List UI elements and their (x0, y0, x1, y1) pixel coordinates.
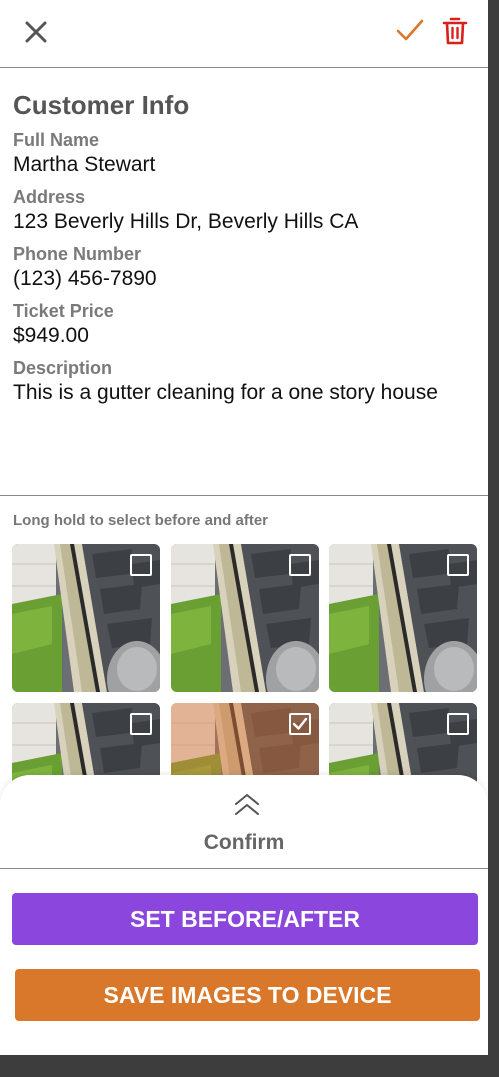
full-name-value: Martha Stewart (13, 153, 156, 176)
address-label: Address (13, 187, 86, 207)
save-images-button[interactable]: SAVE IMAGES TO DEVICE (15, 969, 480, 1021)
trash-icon[interactable] (442, 16, 468, 46)
bottom-sheet: Confirm SET BEFORE/AFTER SAVE IMAGES TO … (0, 775, 488, 1055)
phone-label: Phone Number (13, 244, 142, 264)
set-before-after-button[interactable]: SET BEFORE/AFTER (12, 893, 478, 945)
checkmark-icon[interactable] (396, 18, 424, 44)
top-bar (0, 0, 488, 68)
checked-checkbox-icon[interactable] (289, 713, 311, 735)
customer-info-section: Customer Info Full Name Martha Stewart A… (13, 90, 473, 414)
gallery-image[interactable] (329, 544, 477, 692)
close-icon[interactable] (24, 20, 48, 44)
checkbox-icon[interactable] (130, 554, 152, 576)
confirm-label[interactable]: Confirm (0, 831, 488, 855)
phone-value: (123) 456-7890 (13, 267, 157, 290)
checkbox-icon[interactable] (130, 713, 152, 735)
gallery-hint: Long hold to select before and after (13, 512, 269, 529)
address-value: 123 Beverly Hills Dr, Beverly Hills CA (13, 210, 359, 233)
ticket-price-value: $949.00 (13, 324, 89, 347)
description-label: Description (13, 358, 113, 378)
sheet-divider (0, 868, 488, 869)
description-value: This is a gutter cleaning for a one stor… (13, 381, 438, 404)
ticket-price-label: Ticket Price (13, 301, 114, 321)
full-name-label: Full Name (13, 130, 100, 150)
checkbox-icon[interactable] (447, 554, 469, 576)
checkbox-icon[interactable] (289, 554, 311, 576)
divider (0, 495, 488, 496)
section-title: Customer Info (13, 90, 190, 120)
gallery-image[interactable] (171, 544, 319, 692)
double-chevron-up-icon[interactable] (233, 793, 261, 817)
checkbox-icon[interactable] (447, 713, 469, 735)
gallery-image[interactable] (12, 544, 160, 692)
app-screen: Customer Info Full Name Martha Stewart A… (0, 0, 488, 1055)
